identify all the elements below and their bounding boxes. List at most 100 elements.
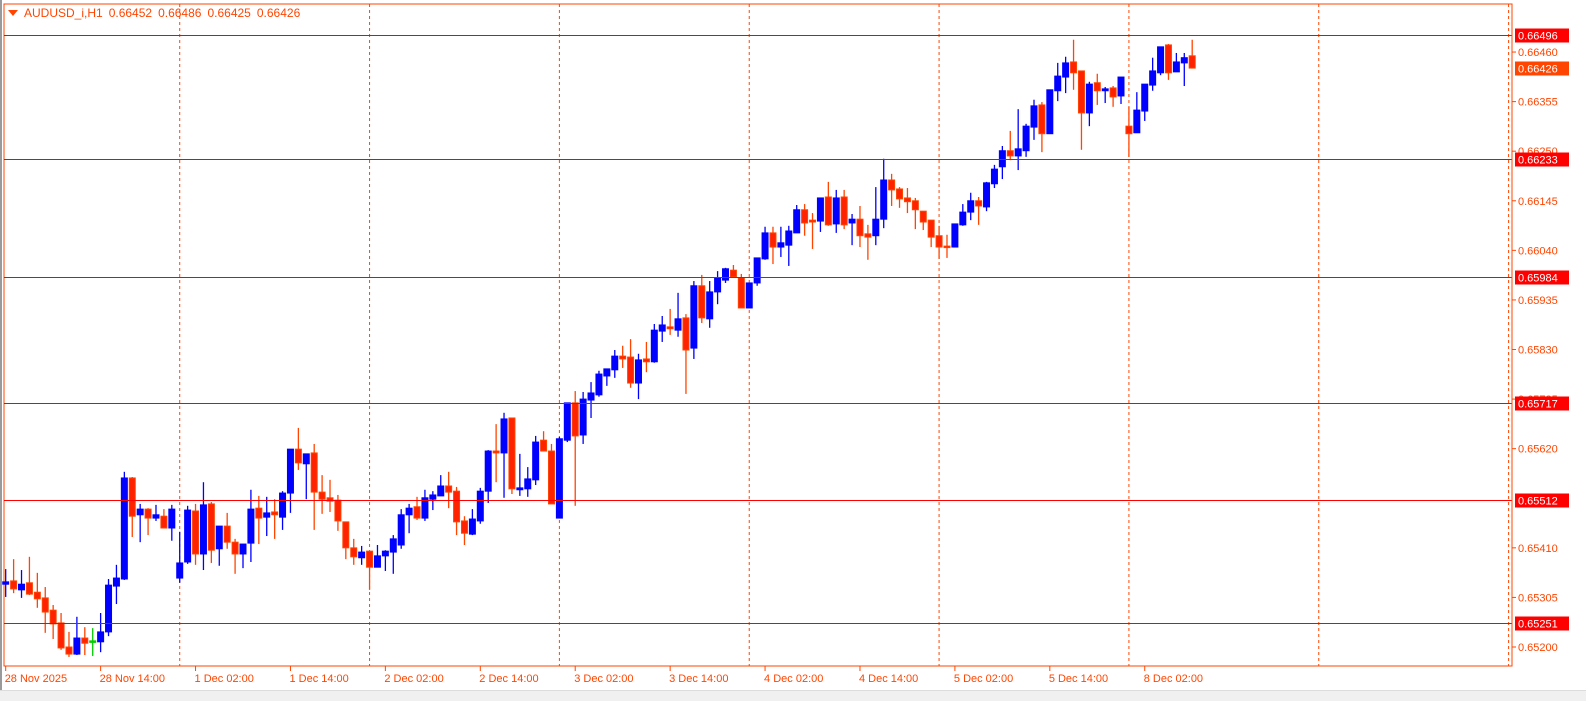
candle-body [1109,87,1117,98]
candle-bullish [595,370,603,397]
candle-body [192,510,200,555]
x-tick-label: 8 Dec 02:00 [1144,673,1203,685]
candle-body [445,485,453,493]
candle-body [89,640,97,643]
candle-body [310,452,318,493]
candle-body [595,373,603,396]
candle-body [563,402,571,441]
candle-bearish [737,273,745,309]
candle-body [389,538,397,553]
candle-body [753,257,761,284]
candle-body [18,583,26,591]
candle-body [619,355,627,360]
candle-body [761,232,769,260]
candle-body [271,511,279,516]
candle-body [983,182,991,208]
candle-body [714,277,722,293]
candle-body [840,196,848,226]
candle-body [492,450,500,454]
candle-body [816,197,824,222]
candle-bullish [753,257,761,286]
candle-body [555,438,563,519]
candle-body [41,597,49,613]
candle-body [468,518,476,535]
candle-bullish [397,509,405,549]
candle-body [888,179,896,191]
candle-body [350,547,358,558]
candle-bearish [508,417,516,495]
candle-body [1085,83,1093,114]
x-tick-label: 5 Dec 02:00 [954,673,1013,685]
candle-body [460,520,468,534]
candle-body [279,492,287,518]
current-price-label: 0.66426 [1518,64,1558,76]
candle-body [872,218,880,237]
candle-bullish [105,579,113,637]
candle-body [1172,61,1180,73]
high-value: 0.66486 [158,6,202,20]
candle-body [967,200,975,213]
candle-body [990,168,998,185]
bottom-scrollbar-strip [0,690,1586,701]
candle-body [706,291,714,320]
candle-body [405,507,413,516]
candle-body [318,491,326,500]
candle-body [1062,62,1070,78]
x-tick-label: 5 Dec 14:00 [1049,673,1108,685]
candle-body [896,188,904,200]
candle-body [690,285,698,349]
candle-body [184,509,192,563]
candle-body [2,581,10,585]
y-tick-label: 0.65200 [1518,642,1558,654]
candle-body [1093,82,1101,92]
candle-body [587,392,595,401]
candle-body [1054,75,1062,92]
candle-bullish [532,435,540,486]
collapse-triangle-icon[interactable] [8,10,18,16]
candle-body [373,555,381,568]
candle-body [120,477,128,580]
candle-body [112,577,120,587]
candle-body [524,478,532,490]
candle-body [168,508,176,529]
candle-body [381,550,389,557]
x-tick-label: 2 Dec 02:00 [384,673,443,685]
low-value: 0.66425 [207,6,251,20]
y-tick-label: 0.66145 [1518,196,1558,208]
candle-body [532,441,540,481]
candle-body [263,512,271,518]
candle-body [682,317,690,351]
candle-body [453,490,461,523]
candle-body [33,591,41,600]
candle-body [579,398,587,436]
candle-body [516,487,524,491]
y-tick-label: 0.65935 [1518,295,1558,307]
candle-body [698,285,706,319]
candle-bearish [547,443,555,505]
candle-body [603,368,611,377]
candle-body [199,504,207,555]
open-value: 0.66452 [108,6,153,20]
candle-body [935,235,943,248]
candle-body [302,453,310,465]
candle-body [1188,55,1196,69]
candle-body [65,646,73,655]
candle-body [674,318,682,331]
candle-bullish [476,487,484,524]
candle-body [919,210,927,223]
candle-body [152,514,160,519]
candlestick-chart[interactable]: 0.664600.663550.662500.661450.660400.659… [0,0,1586,700]
x-tick-label: 2 Dec 14:00 [479,673,538,685]
candle-body [1006,150,1014,157]
y-tick-label: 0.66355 [1518,97,1558,109]
level-price-label: 0.65984 [1518,273,1558,285]
y-tick-label: 0.65620 [1518,444,1558,456]
candle-body [793,209,801,234]
x-tick-label: 4 Dec 02:00 [764,673,823,685]
candle-body [1101,88,1109,92]
candle-body [1180,57,1188,64]
candle-body [500,418,508,454]
candle-body [848,218,856,224]
candle-body [650,329,658,363]
candle-body [397,514,405,546]
